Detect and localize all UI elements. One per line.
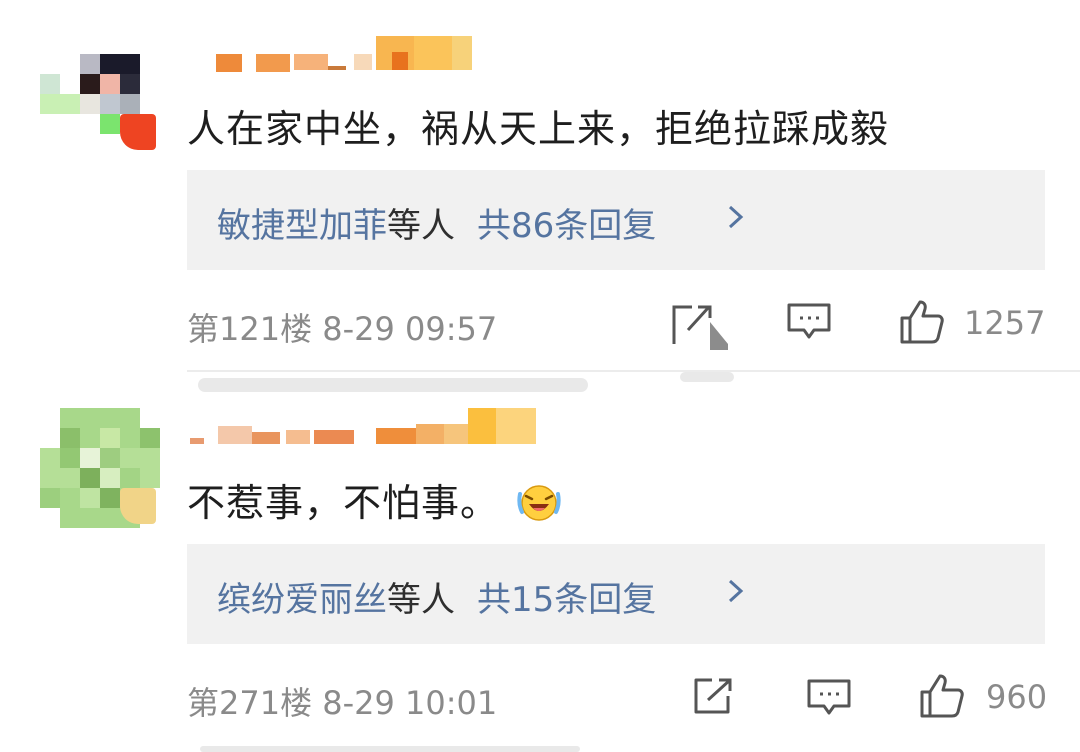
share-icon[interactable]	[692, 676, 736, 716]
reply-summary: 敏捷型加菲等人 共86条回复	[217, 198, 656, 247]
thumbs-up-icon[interactable]	[918, 672, 966, 720]
comment-text: 不惹事，不怕事。	[187, 472, 562, 527]
comment-item: 不惹事，不怕事。 缤纷爱丽丝等人共15条回复 第271楼 8-29 10:01	[0, 372, 1080, 752]
floor-timestamp: 第271楼 8-29 10:01	[187, 684, 498, 722]
reply-count-link[interactable]: 共86条回复	[477, 206, 656, 246]
chevron-right-icon	[728, 205, 744, 229]
floor-timestamp: 第121楼 8-29 09:57	[187, 310, 498, 348]
chevron-right-icon	[728, 579, 744, 603]
username-redacted[interactable]	[216, 36, 476, 76]
username-redacted[interactable]	[190, 408, 540, 448]
reply-etc-label: 等人	[387, 580, 455, 620]
like-count: 960	[986, 678, 1048, 716]
avatar[interactable]	[40, 408, 160, 528]
comment-text: 人在家中坐，祸从天上来，拒绝拉踩成毅	[187, 107, 890, 151]
like-count: 1257	[964, 304, 1046, 342]
comment-text-body: 不惹事，不怕事。	[187, 481, 500, 525]
comment-icon[interactable]	[786, 302, 832, 342]
reply-user-names[interactable]: 敏捷型加菲	[217, 206, 387, 246]
comment-item: 人在家中坐，祸从天上来，拒绝拉踩成毅 敏捷型加菲等人 共86条回复 第121楼 8…	[0, 0, 1080, 392]
reply-summary-box[interactable]: 敏捷型加菲等人 共86条回复	[187, 170, 1045, 270]
avatar[interactable]	[40, 34, 160, 154]
reply-summary-box[interactable]: 缤纷爱丽丝等人 共15条回复	[187, 544, 1045, 644]
share-icon[interactable]	[670, 300, 732, 350]
laughing-crying-emoji-icon	[517, 485, 561, 521]
reply-user-names[interactable]: 缤纷爱丽丝	[217, 580, 387, 620]
reply-count-link[interactable]: 共15条回复	[477, 580, 656, 620]
reply-summary: 缤纷爱丽丝等人 共15条回复	[217, 572, 656, 621]
comment-icon[interactable]	[806, 678, 852, 718]
thumbs-up-icon[interactable]	[898, 298, 946, 346]
reply-etc-label: 等人	[387, 206, 455, 246]
scroll-artifact	[200, 746, 580, 752]
